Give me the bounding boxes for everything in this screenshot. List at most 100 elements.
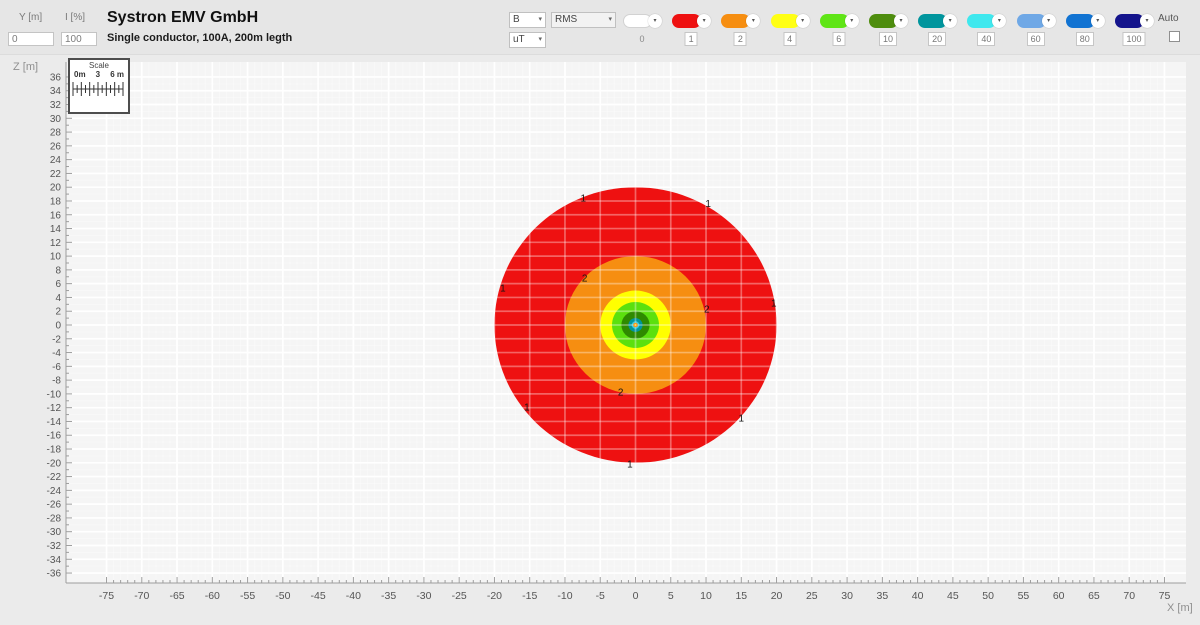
- chevron-down-icon[interactable]: ▾: [746, 14, 760, 28]
- z-tick-label: 14: [50, 224, 62, 235]
- z-tick-label: 4: [55, 293, 61, 304]
- auto-scale-checkbox[interactable]: [1169, 31, 1180, 42]
- x-tick-label: -60: [205, 590, 220, 602]
- field-quantity-value: B: [513, 13, 520, 27]
- chevron-down-icon[interactable]: ▾: [1140, 14, 1154, 28]
- contour-level-label: 2: [582, 274, 588, 285]
- z-tick-label: -4: [52, 348, 61, 359]
- x-tick-label: 75: [1159, 590, 1171, 602]
- level-value-input[interactable]: 6: [832, 32, 845, 46]
- z-tick-label: -24: [47, 486, 62, 497]
- x-tick-label: 20: [771, 590, 783, 602]
- current-percent-input[interactable]: 100: [61, 32, 97, 46]
- field-quantity-select[interactable]: B ▾: [509, 12, 546, 28]
- z-tick-label: -6: [52, 362, 61, 373]
- unit-select[interactable]: uT ▾: [509, 32, 546, 48]
- z-tick-label: 16: [50, 210, 62, 221]
- chevron-down-icon[interactable]: ▾: [796, 14, 810, 28]
- chevron-down-icon[interactable]: ▾: [1091, 14, 1105, 28]
- x-tick-label: 60: [1053, 590, 1065, 602]
- level-value-input[interactable]: 20: [928, 32, 946, 46]
- level-value-input: 0: [639, 34, 644, 44]
- current-percent-label: I [%]: [65, 12, 85, 23]
- auto-scale-label: Auto: [1158, 13, 1179, 24]
- z-tick-label: 30: [50, 114, 62, 125]
- scale-ruler: [70, 79, 126, 101]
- z-tick-label: 6: [55, 279, 61, 290]
- level-value-input[interactable]: 60: [1027, 32, 1045, 46]
- chevron-down-icon[interactable]: ▾: [845, 14, 859, 28]
- level-widget: ▾1: [672, 13, 714, 49]
- x-tick-label: -25: [452, 590, 467, 602]
- scale-end-label: 6 m: [110, 70, 124, 79]
- x-tick-label: 25: [806, 590, 818, 602]
- x-tick-label: -10: [557, 590, 572, 602]
- z-tick-label: 10: [50, 252, 62, 263]
- z-tick-label: -14: [47, 417, 62, 428]
- unit-value: uT: [513, 33, 525, 47]
- z-tick-label: 36: [50, 72, 62, 83]
- level-widget: ▾2: [721, 13, 763, 49]
- x-tick-label: -35: [381, 590, 396, 602]
- z-tick-label: 28: [50, 128, 62, 139]
- x-tick-label: -70: [134, 590, 149, 602]
- chevron-down-icon[interactable]: ▾: [992, 14, 1006, 28]
- z-tick-label: 8: [55, 265, 61, 276]
- toolbar: Y [m] 0 I [%] 100 Systron EMV GmbH Singl…: [0, 0, 1200, 55]
- z-tick-label: 26: [50, 141, 62, 152]
- contour-level-label: 1: [581, 194, 587, 205]
- chevron-down-icon[interactable]: ▾: [1042, 14, 1056, 28]
- x-tick-label: 0: [633, 590, 639, 602]
- x-tick-label: 15: [735, 590, 747, 602]
- x-tick-label: -30: [416, 590, 431, 602]
- x-tick-label: 70: [1123, 590, 1135, 602]
- chevron-down-icon: ▾: [538, 33, 542, 47]
- chevron-down-icon[interactable]: ▾: [894, 14, 908, 28]
- x-tick-label: -65: [169, 590, 184, 602]
- z-tick-label: 20: [50, 183, 62, 194]
- z-axis-title: Z [m]: [13, 61, 38, 73]
- x-tick-label: -5: [596, 590, 605, 602]
- x-tick-label: -75: [99, 590, 114, 602]
- contour-level-label: 2: [618, 387, 624, 398]
- mode-select[interactable]: RMS ▾: [551, 12, 616, 28]
- level-value-input[interactable]: 100: [1122, 32, 1145, 46]
- plot-area: -75-70-65-60-55-50-45-40-35-30-25-20-15-…: [0, 55, 1200, 625]
- scenario-subtitle: Single conductor, 100A, 200m legth: [107, 32, 292, 44]
- level-widget: ▾ 10: [869, 13, 911, 49]
- level-value-input[interactable]: 1: [685, 32, 698, 46]
- chevron-down-icon: ▾: [538, 13, 542, 27]
- z-tick-label: 22: [50, 169, 62, 180]
- z-tick-label: -20: [47, 458, 62, 469]
- z-tick-label: 2: [55, 307, 61, 318]
- x-tick-label: 35: [877, 590, 889, 602]
- contour-level-label: 2: [704, 305, 710, 316]
- level-widget: ▾ 80: [1066, 13, 1108, 49]
- chevron-down-icon[interactable]: ▾: [697, 14, 711, 28]
- chevron-down-icon[interactable]: ▾: [648, 14, 662, 28]
- z-tick-label: -2: [52, 334, 61, 345]
- x-tick-label: 50: [982, 590, 994, 602]
- contour-level-label: 1: [739, 414, 745, 425]
- x-tick-label: 55: [1018, 590, 1030, 602]
- chevron-down-icon[interactable]: ▾: [943, 14, 957, 28]
- level-value-input[interactable]: 80: [1076, 32, 1094, 46]
- level-value-input[interactable]: 10: [879, 32, 897, 46]
- z-tick-label: 12: [50, 238, 62, 249]
- level-value-input[interactable]: 40: [977, 32, 995, 46]
- level-value-input[interactable]: 4: [783, 32, 796, 46]
- z-tick-label: 18: [50, 196, 62, 207]
- x-tick-label: -45: [311, 590, 326, 602]
- app-window: Y [m] 0 I [%] 100 Systron EMV GmbH Singl…: [0, 0, 1200, 625]
- contour-level-label: 1: [500, 283, 506, 294]
- level-value-input[interactable]: 2: [734, 32, 747, 46]
- y-position-input[interactable]: 0: [8, 32, 54, 46]
- x-tick-label: 5: [668, 590, 674, 602]
- mode-value: RMS: [555, 13, 577, 27]
- z-tick-label: -26: [47, 500, 62, 511]
- z-tick-label: -28: [47, 513, 62, 524]
- z-tick-label: -10: [47, 389, 62, 400]
- x-tick-label: -55: [240, 590, 255, 602]
- contour-level-label: 1: [627, 460, 633, 471]
- z-tick-label: -30: [47, 527, 62, 538]
